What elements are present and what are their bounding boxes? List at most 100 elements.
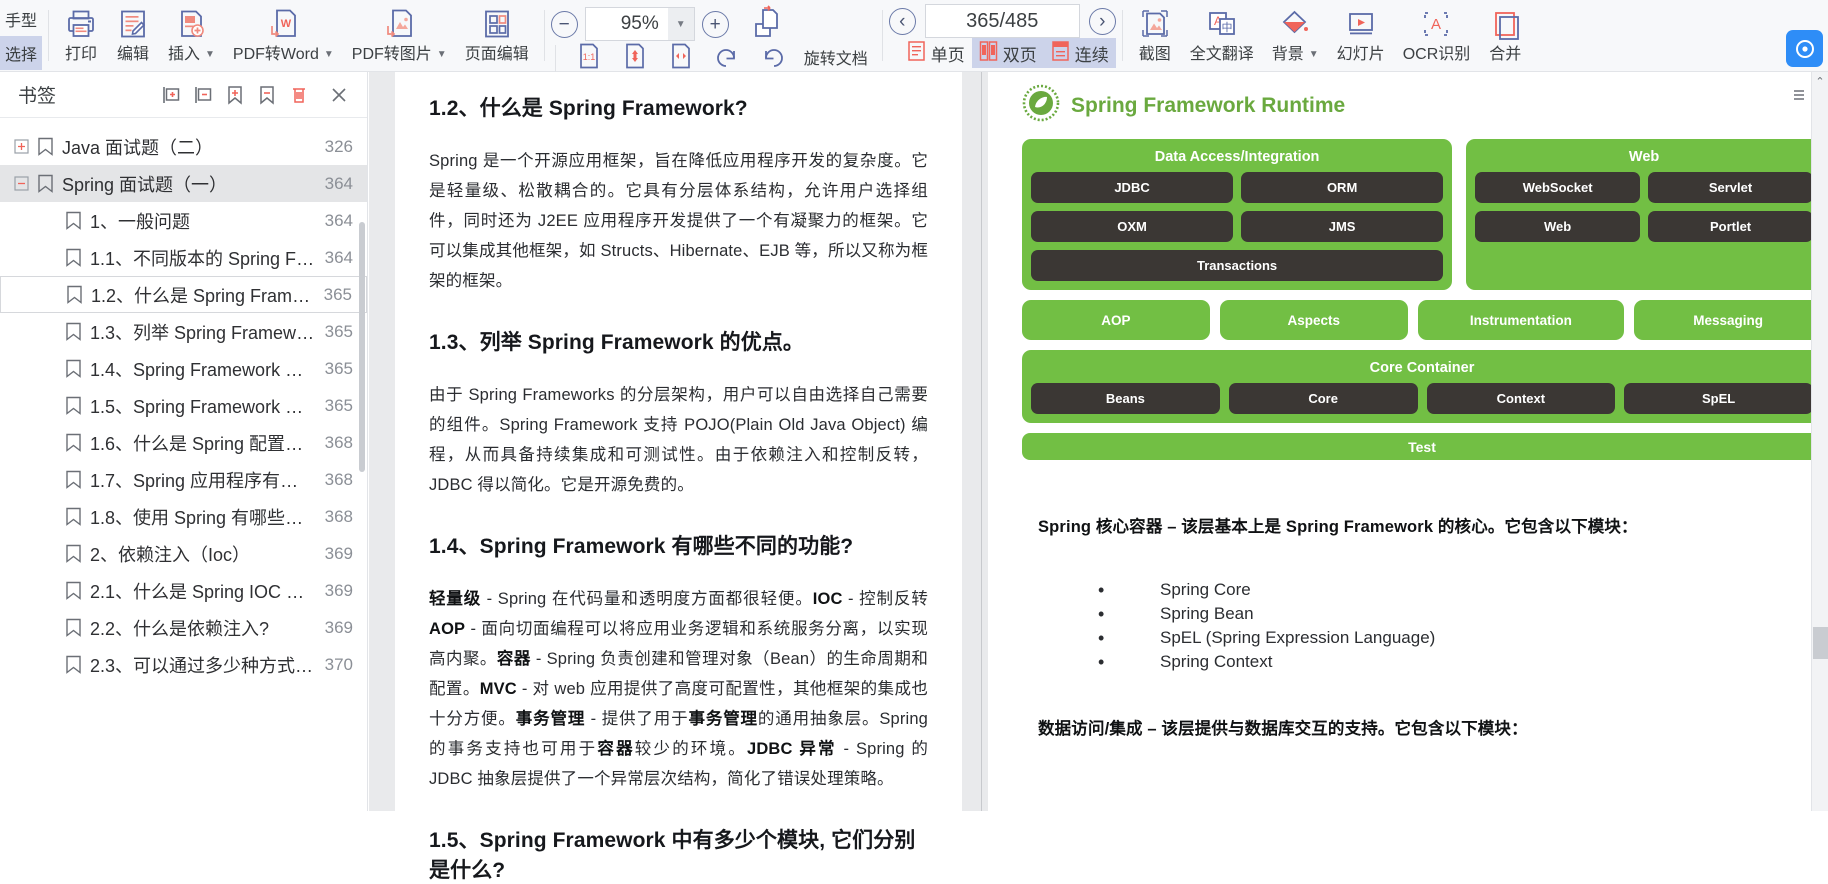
bookmark-label: 1.7、Spring 应用程序有哪些... (86, 467, 315, 493)
scroll-up-arrow[interactable]: ⌃ (1812, 72, 1828, 90)
bookmark-icon (60, 248, 86, 267)
chevron-down-icon[interactable]: ▼ (324, 49, 334, 60)
select-mode-button[interactable]: 选择 (0, 36, 42, 70)
single-page-icon (907, 40, 926, 67)
bookmark-label: 1.3、列举 Spring Framework... (86, 319, 315, 345)
bookmark-label: 2.1、什么是 Spring IOC 容器? (86, 578, 315, 604)
rotate-document-button[interactable]: 旋转文档 (796, 48, 876, 70)
module-transactions: Transactions (1031, 250, 1443, 281)
rotate-ccw-button[interactable] (704, 42, 750, 75)
chevron-down-icon[interactable]: ▼ (437, 49, 447, 60)
add-bookmark-icon[interactable] (219, 79, 251, 111)
bookmark-page-number: 364 (325, 248, 353, 268)
insert-button[interactable]: 插入 ▼ (159, 0, 224, 71)
fit-width-button[interactable] (658, 42, 704, 75)
module-jms: JMS (1241, 211, 1443, 242)
list-item: Spring Bean (1098, 602, 1828, 626)
bookmark-row[interactable]: 1、一般问题364 (0, 202, 367, 239)
prev-page-button[interactable]: ‹ (889, 8, 916, 35)
view-mode-continuous[interactable]: 连续 (1044, 38, 1116, 68)
zoom-in-button[interactable]: + (702, 11, 729, 38)
background-button[interactable]: 背景 ▼ (1263, 0, 1328, 71)
bookmark-row[interactable]: 2.2、什么是依赖注入?369 (0, 609, 367, 646)
left-page-content: 1.2、什么是 Spring Framework?Spring 是一个开源应用框… (395, 72, 962, 884)
bookmark-label: 1.6、什么是 Spring 配置文件? (86, 430, 315, 456)
chevron-down-icon[interactable]: ▼ (205, 49, 215, 60)
expand-plus-icon[interactable] (10, 139, 32, 154)
bookmark-label: 1.5、Spring Framework 中有... (86, 393, 315, 419)
scrollbar-thumb[interactable] (1813, 627, 1828, 659)
bookmark-row[interactable]: 1.5、Spring Framework 中有...365 (0, 387, 367, 424)
view-mode-dual[interactable]: 双页 (972, 38, 1044, 68)
bookmark-row[interactable]: 1.6、什么是 Spring 配置文件?368 (0, 424, 367, 461)
bookmark-row[interactable]: 1.8、使用 Spring 有哪些方式?368 (0, 498, 367, 535)
bookmark-row[interactable]: 2.1、什么是 Spring IOC 容器?369 (0, 572, 367, 609)
zoom-level-field[interactable]: 95% ▼ (585, 7, 695, 41)
add-sibling-icon[interactable] (155, 79, 187, 111)
bookmarks-list[interactable]: Java 面试题（二）326Spring 面试题（一）3641、一般问题3641… (0, 119, 367, 811)
page-edit-button[interactable]: 页面编辑 (456, 0, 538, 71)
bookmark-row[interactable]: 1.3、列举 Spring Framework...365 (0, 313, 367, 350)
bookmarks-header: 书签 (0, 72, 367, 118)
bookmark-row[interactable]: Spring 面试题（一）364 (0, 165, 367, 202)
fit-actual-button[interactable]: 1:1 (566, 42, 612, 75)
pdf-to-word-button[interactable]: W PDF转Word ▼ (224, 0, 343, 71)
edit-button[interactable]: 编辑 (107, 0, 159, 71)
chevron-down-icon[interactable]: ▼ (668, 8, 694, 40)
fit-page-button[interactable] (612, 42, 658, 75)
merge-button[interactable]: 合并 (1479, 0, 1531, 71)
bookmark-page-number: 369 (325, 544, 353, 564)
print-button[interactable]: 打印 (55, 0, 107, 71)
ocr-button[interactable]: A OCR识别 (1394, 0, 1480, 71)
pdf-to-image-button[interactable]: PDF转图片 ▼ (343, 0, 456, 71)
bookmark-row[interactable]: 2.3、可以通过多少种方式完成...370 (0, 646, 367, 683)
bookmark-row[interactable]: 2、依赖注入（Ioc）369 (0, 535, 367, 572)
rotate-cw-button[interactable] (750, 42, 796, 75)
bookmark-row[interactable]: 1.2、什么是 Spring Framewo...365 (0, 276, 367, 313)
core-container-paragraph-lead: Spring 核心容器 – 该层基本上是 Spring Framework 的核… (1038, 518, 1638, 536)
bookmark-label: 1.4、Spring Framework 有哪... (86, 356, 315, 382)
document-paragraph: 轻量级 - Spring 在代码量和透明度方面都很轻便。IOC - 控制反转 A… (429, 584, 928, 794)
next-page-button[interactable]: › (1089, 8, 1116, 35)
page-layout-icon[interactable] (743, 4, 783, 45)
document-scrollbar[interactable]: ⌃ (1811, 72, 1828, 811)
hand-mode-button[interactable]: 手型 (0, 2, 42, 36)
assistant-badge[interactable] (1786, 30, 1823, 67)
bookmark-row[interactable]: 1.1、不同版本的 Spring Fra...364 (0, 239, 367, 276)
close-icon[interactable] (323, 79, 355, 111)
diagram-top-row: Data Access/Integration JDBC ORM OXM JMS… (1022, 139, 1822, 290)
view-mode-single-label: 单页 (931, 41, 965, 66)
screenshot-label: 截图 (1139, 45, 1171, 65)
chevron-down-icon[interactable]: ▼ (1309, 49, 1319, 60)
hamburger-icon[interactable] (1792, 88, 1806, 102)
pdf-to-image-icon (382, 5, 416, 43)
insert-label: 插入 (168, 45, 200, 65)
list-item: Spring Context (1098, 650, 1828, 674)
bookmarks-scrollbar[interactable] (359, 222, 365, 472)
page-number-field[interactable]: 365/485 (925, 4, 1080, 38)
svg-text:1:1: 1:1 (582, 52, 595, 62)
bookmark-label: Spring 面试题（一） (58, 171, 315, 197)
web-group: Web WebSocket Servlet Web Portlet (1466, 139, 1822, 290)
screenshot-button[interactable]: 截图 (1129, 0, 1181, 71)
translate-button[interactable]: A中 全文翻译 (1181, 0, 1263, 71)
remove-bookmark-icon[interactable] (251, 79, 283, 111)
bookmark-row[interactable]: 1.4、Spring Framework 有哪...365 (0, 350, 367, 387)
bookmark-row[interactable]: Java 面试题（二）326 (0, 128, 367, 165)
ocr-icon: A (1419, 5, 1453, 43)
bookmark-row[interactable]: 1.7、Spring 应用程序有哪些...368 (0, 461, 367, 498)
module-messaging: Messaging (1634, 300, 1822, 340)
merge-label: 合并 (1489, 45, 1521, 65)
toolbar-divider (544, 10, 545, 61)
zoom-out-button[interactable]: − (551, 11, 578, 38)
collapse-minus-icon[interactable] (10, 176, 32, 191)
fit-width-icon (668, 42, 694, 75)
view-mode-single[interactable]: 单页 (900, 38, 972, 68)
remove-sibling-icon[interactable] (187, 79, 219, 111)
list-item: Spring Core (1098, 578, 1828, 602)
slideshow-button[interactable]: 幻灯片 (1328, 0, 1394, 71)
toolbar-divider (882, 10, 883, 61)
insert-icon (174, 5, 208, 43)
delete-icon[interactable] (283, 79, 315, 111)
data-access-group: Data Access/Integration JDBC ORM OXM JMS… (1022, 139, 1452, 290)
